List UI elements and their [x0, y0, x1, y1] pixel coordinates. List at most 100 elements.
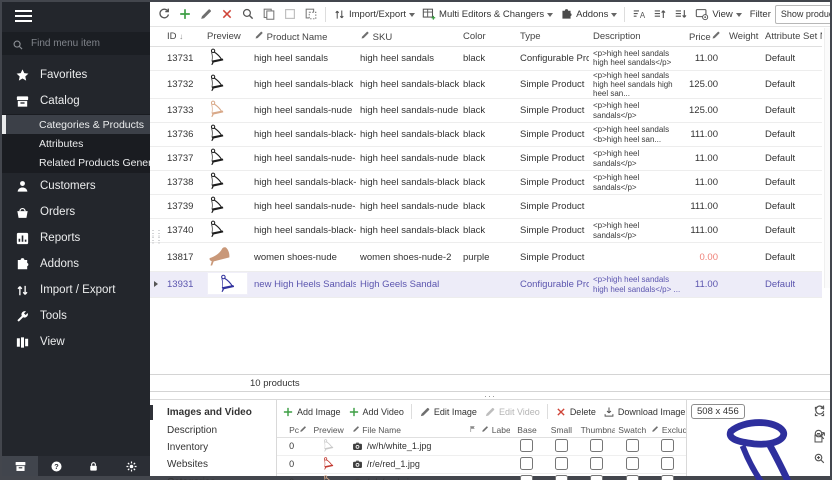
search-products-button[interactable] — [238, 5, 258, 23]
delete-product-button[interactable] — [217, 5, 237, 23]
cell-preview[interactable] — [203, 195, 250, 219]
column-header-weight[interactable]: Weight — [725, 27, 761, 46]
sidebar-item-customers[interactable]: Customers — [2, 173, 150, 199]
cell-type[interactable]: Configurable Product — [516, 46, 589, 70]
cell-id[interactable]: 13931 — [163, 272, 203, 298]
column-header-attribute-set[interactable]: Attribute Set Name — [761, 27, 822, 46]
cell-swatch[interactable] — [615, 455, 649, 473]
cell-type[interactable]: Simple Product — [516, 219, 589, 243]
cell-sku[interactable]: high heel sandals-black — [356, 70, 459, 99]
cell-small[interactable] — [544, 455, 578, 473]
cell-id[interactable]: 13739 — [163, 195, 203, 219]
cell-color[interactable]: black — [459, 171, 516, 195]
cell-preview[interactable] — [203, 243, 250, 272]
sidebar-item-tools[interactable]: Tools — [2, 303, 150, 329]
cell-id[interactable]: 13817 — [163, 243, 203, 272]
column-header-id[interactable]: ID ↓ — [163, 27, 203, 46]
column-header-product-name[interactable]: Product Name — [250, 27, 356, 46]
cell-position[interactable]: 0 — [287, 473, 307, 480]
product-row-selected[interactable]: 13931 new High Heels Sandals High Geels … — [150, 272, 822, 298]
add-product-button[interactable] — [175, 5, 195, 23]
swatch-checkbox[interactable] — [626, 457, 639, 470]
cell-thumbnail[interactable] — [579, 455, 615, 473]
cell-preview[interactable] — [203, 123, 250, 147]
cell-file-name[interactable]: /n/u/nude.jpg — [350, 473, 467, 480]
product-row[interactable]: 13817 women shoes-nude women shoes-nude-… — [150, 243, 822, 272]
product-row[interactable]: 13737 high heel sandals-nude-36 high hee… — [150, 147, 822, 171]
column-header-swatch[interactable]: Swatch — [615, 423, 649, 437]
cell-description[interactable]: <p>high heel sandals</p> — [589, 171, 685, 195]
download-image-button[interactable]: Download Image — [600, 404, 686, 420]
cell-price[interactable]: 111.00 — [685, 219, 725, 243]
cell-description[interactable]: <p>high heel sandals</p> — [589, 219, 685, 243]
cell-position[interactable]: 0 — [287, 455, 307, 473]
cell-name[interactable]: high heel sandals — [250, 46, 356, 70]
cell-flag[interactable] — [467, 473, 479, 480]
cell-base[interactable] — [510, 473, 544, 480]
cell-sku[interactable]: high heel sandals-black-38 — [356, 219, 459, 243]
menu-search-input[interactable] — [31, 38, 131, 49]
thumbnail-checkbox[interactable] — [590, 457, 603, 470]
zoom-in-icon[interactable] — [813, 452, 826, 470]
column-header-label[interactable]: Label — [479, 423, 509, 437]
sort-attributes-button[interactable]: A — [629, 5, 649, 23]
cell-exclude[interactable] — [649, 455, 686, 473]
view-button[interactable]: View — [692, 5, 744, 23]
cell-image-preview[interactable] — [307, 437, 350, 455]
cell-small[interactable] — [544, 437, 578, 455]
add-video-button[interactable]: Add Video — [345, 404, 407, 420]
column-header-image-preview[interactable]: Preview — [307, 423, 350, 437]
cell-color[interactable]: black — [459, 46, 516, 70]
cell-weight[interactable] — [725, 70, 761, 99]
column-header-price[interactable]: Price — [685, 27, 725, 46]
product-row[interactable]: 13736 high heel sandals-black-36 high he… — [150, 123, 822, 147]
product-row[interactable]: 13731 high heel sandals high heel sandal… — [150, 46, 822, 70]
addons-button[interactable]: Addons — [557, 6, 620, 23]
sidebar-item-favorites[interactable]: Favorites — [2, 62, 150, 88]
cell-swatch[interactable] — [615, 437, 649, 455]
sidebar-item-categories-products[interactable]: Categories & Products — [2, 115, 150, 134]
cell-id[interactable]: 13737 — [163, 147, 203, 171]
product-row[interactable]: 13740 high heel sandals-black-38 high he… — [150, 219, 822, 243]
cell-type[interactable]: Simple Product — [516, 123, 589, 147]
product-row[interactable]: 13738 high heel sandals-black-37 high he… — [150, 171, 822, 195]
column-header-type[interactable]: Type — [516, 27, 589, 46]
cell-attribute-set[interactable]: Default — [761, 171, 822, 195]
cell-name[interactable]: new High Heels Sandals — [250, 272, 356, 298]
cell-preview[interactable] — [203, 99, 250, 123]
cell-description[interactable]: <p>high heel sandals</p> — [589, 99, 685, 123]
cell-attribute-set[interactable]: Default — [761, 70, 822, 99]
cell-base[interactable] — [510, 455, 544, 473]
cell-weight[interactable] — [725, 46, 761, 70]
cell-preview[interactable] — [203, 272, 250, 298]
exclude-checkbox[interactable] — [661, 457, 674, 470]
thumbnail-checkbox[interactable] — [590, 475, 603, 480]
cell-type[interactable]: Simple Product — [516, 70, 589, 99]
cell-description[interactable] — [589, 243, 685, 272]
cell-color[interactable]: black — [459, 70, 516, 99]
cell-image-preview[interactable] — [307, 473, 350, 480]
cell-swatch[interactable] — [615, 473, 649, 480]
zoom-out-icon[interactable] — [813, 428, 826, 446]
column-header-file-name[interactable]: File Name — [350, 423, 467, 437]
column-header-base[interactable]: Base — [510, 423, 544, 437]
image-row[interactable]: 0 /r/e/red_1.jpg — [277, 455, 686, 473]
cell-preview[interactable] — [203, 70, 250, 99]
cell-name[interactable]: high heel sandals-black-37 — [250, 171, 356, 195]
cell-attribute-set[interactable]: Default — [761, 219, 822, 243]
cell-color[interactable]: black — [459, 147, 516, 171]
cell-sku[interactable]: High Geels Sandal — [356, 272, 459, 298]
tab-inventory[interactable]: Inventory — [150, 439, 276, 456]
cell-attribute-set[interactable]: Default — [761, 272, 822, 298]
cell-exclude[interactable] — [649, 473, 686, 480]
cell-weight[interactable] — [725, 99, 761, 123]
panel-splitter-handle[interactable]: ⋮⋮⋮⋮ — [149, 230, 161, 244]
cell-id[interactable]: 13732 — [163, 70, 203, 99]
cell-color[interactable]: black — [459, 123, 516, 147]
copy-button[interactable] — [259, 5, 279, 23]
sidebar-item-import-export[interactable]: Import / Export — [2, 277, 150, 303]
sidebar-item-addons[interactable]: Addons — [2, 251, 150, 277]
column-header-flag[interactable] — [467, 423, 479, 437]
cell-price[interactable]: 11.00 — [685, 171, 725, 195]
cell-id[interactable]: 13738 — [163, 171, 203, 195]
